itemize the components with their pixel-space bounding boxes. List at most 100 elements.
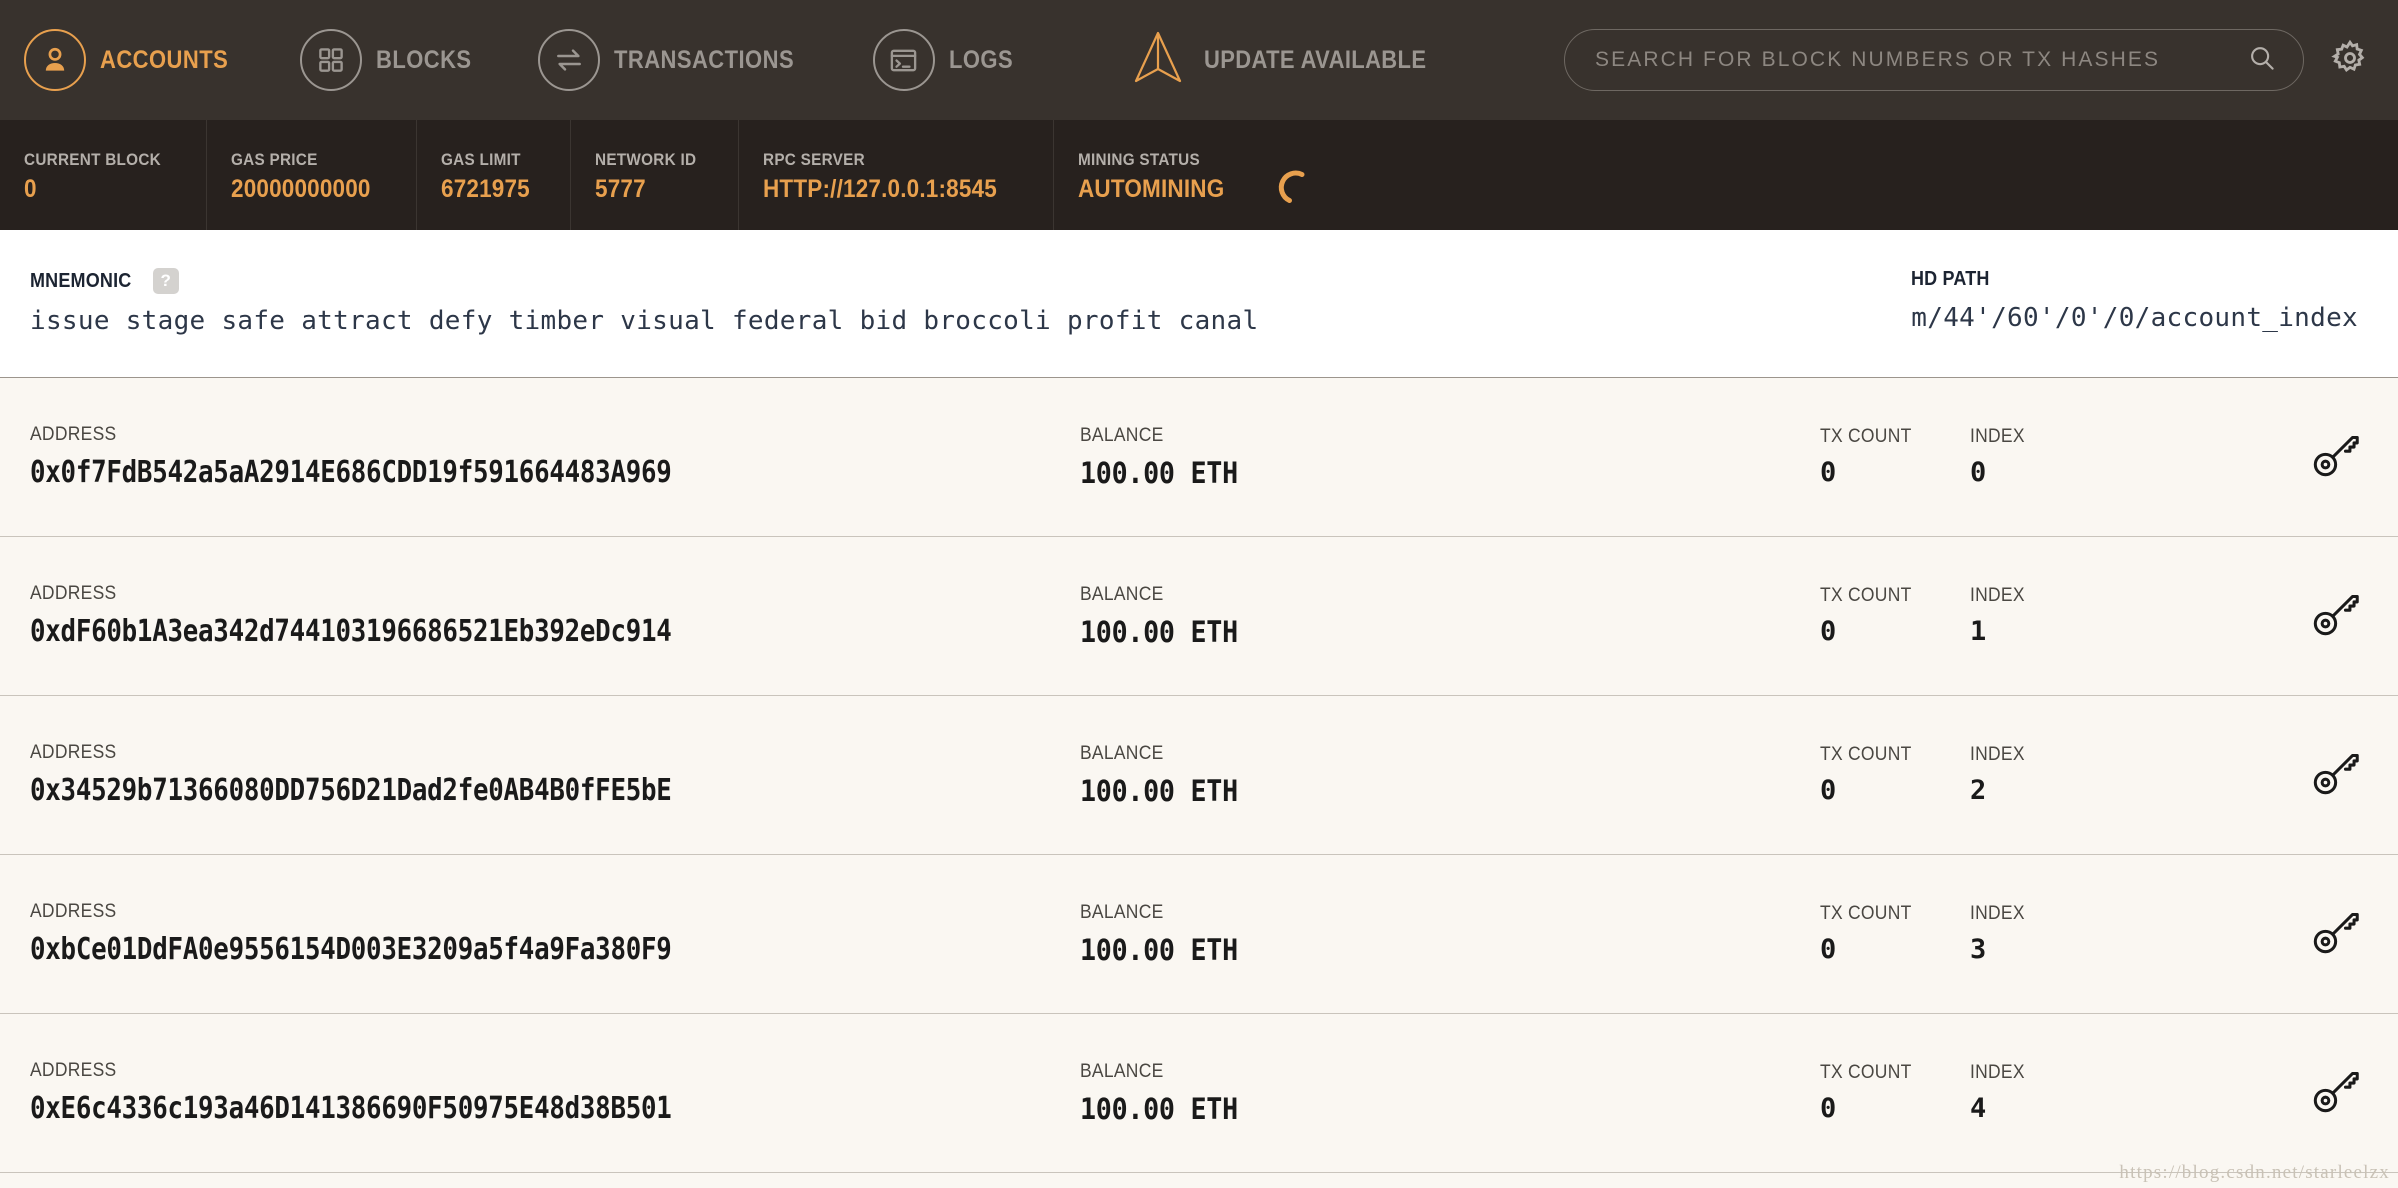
show-private-key-button[interactable] — [2308, 428, 2362, 487]
column-label-address: ADDRESS — [30, 901, 117, 922]
account-index-cell: INDEX 3 — [1970, 903, 2110, 965]
column-label-balance: BALANCE — [1080, 742, 1164, 764]
status-value-current-block: 0 — [24, 175, 37, 203]
column-label-tx-count: TX COUNT — [1820, 903, 1912, 924]
update-available-button[interactable]: UPDATE AVAILABLE — [1128, 27, 1457, 94]
nav-item-transactions[interactable]: TRANSACTIONS — [538, 29, 819, 91]
status-label-gas-price: GAS PRICE — [231, 150, 318, 169]
mnemonic-header: MNEMONIC ? — [30, 268, 1258, 294]
gear-icon[interactable] — [2330, 38, 2370, 83]
status-label-network-id: NETWORK ID — [595, 150, 697, 169]
mnemonic-block: MNEMONIC ? issue stage safe attract defy… — [30, 268, 1258, 336]
blocks-icon — [299, 29, 362, 91]
account-index-value: 3 — [1970, 934, 1986, 965]
account-index-value: 1 — [1970, 616, 1986, 647]
status-cell-rpc-server: RPC SERVER HTTP://127.0.0.1:8545 — [739, 120, 1054, 230]
status-label-mining-status: MINING STATUS — [1077, 150, 1200, 169]
account-balance-value: 100.00 ETH — [1080, 1091, 1238, 1126]
account-address-value: 0x34529b71366080DD756D21Dad2fe0AB4B0fFE5… — [30, 773, 672, 808]
column-label-balance: BALANCE — [1080, 1060, 1164, 1082]
account-balance-cell: BALANCE 100.00 ETH — [1080, 425, 1820, 490]
column-label-balance: BALANCE — [1080, 424, 1164, 446]
transactions-icon — [538, 29, 601, 91]
nav-label-logs: LOGS — [948, 45, 1013, 74]
account-balance-cell: BALANCE 100.00 ETH — [1080, 1061, 1820, 1126]
account-address-value: 0xdF60b1A3ea342d744103196686521Eb392eDc9… — [30, 614, 672, 649]
column-label-address: ADDRESS — [30, 583, 117, 604]
account-index-value: 4 — [1970, 1093, 1986, 1124]
nav-item-accounts[interactable]: ACCOUNTS — [24, 29, 246, 91]
account-row: ADDRESS 0xE6c4336c193a46D141386690F50975… — [0, 1014, 2398, 1173]
nav-item-logs[interactable]: LOGS — [872, 29, 1022, 91]
account-txcount-cell: TX COUNT 0 — [1820, 426, 1970, 488]
column-label-tx-count: TX COUNT — [1820, 744, 1912, 765]
account-balance-cell: BALANCE 100.00 ETH — [1080, 584, 1820, 649]
show-private-key-button[interactable] — [2308, 1064, 2362, 1123]
account-row: ADDRESS 0x34529b71366080DD756D21Dad2fe0A… — [0, 696, 2398, 855]
account-txcount-value: 0 — [1820, 457, 1836, 488]
account-address-value: 0xbCe01DdFA0e9556154D003E3209a5f4a9Fa380… — [30, 932, 672, 967]
top-navigation-bar: ACCOUNTS BLOCKS TRANSACTIONS LOGS UPDATE… — [0, 0, 2398, 120]
show-private-key-button[interactable] — [2308, 587, 2362, 646]
account-row: ADDRESS 0xdF60b1A3ea342d744103196686521E… — [0, 537, 2398, 696]
account-txcount-cell: TX COUNT 0 — [1820, 903, 1970, 965]
search-input[interactable] — [1595, 48, 2247, 72]
loading-spinner-icon — [1270, 164, 1316, 210]
search-icon[interactable] — [2247, 43, 2277, 78]
status-value-rpc-server: HTTP://127.0.0.1:8545 — [762, 175, 997, 203]
account-address-cell: ADDRESS 0xbCe01DdFA0e9556154D003E3209a5f… — [30, 901, 1080, 967]
account-balance-cell: BALANCE 100.00 ETH — [1080, 743, 1820, 808]
account-index-value: 0 — [1970, 457, 1986, 488]
nav-label-accounts: ACCOUNTS — [100, 45, 229, 74]
account-txcount-value: 0 — [1820, 1093, 1836, 1124]
status-cell-gas-price: GAS PRICE 20000000000 — [207, 120, 418, 230]
account-index-cell: INDEX 0 — [1970, 426, 2110, 488]
mnemonic-value: issue stage safe attract defy timber vis… — [30, 306, 1259, 336]
account-txcount-value: 0 — [1820, 775, 1836, 806]
watermark: https://blog.csdn.net/starleelzx — [2119, 1162, 2390, 1183]
status-bar: CURRENT BLOCK 0 GAS PRICE 20000000000 GA… — [0, 120, 2398, 230]
column-label-balance: BALANCE — [1080, 901, 1164, 923]
account-address-cell: ADDRESS 0x0f7FdB542a5aA2914E686CDD19f591… — [30, 424, 1080, 490]
show-private-key-button[interactable] — [2308, 905, 2362, 964]
account-balance-value: 100.00 ETH — [1080, 455, 1238, 490]
ganache-app-window: ACCOUNTS BLOCKS TRANSACTIONS LOGS UPDATE… — [0, 0, 2398, 1188]
status-label-gas-limit: GAS LIMIT — [441, 150, 522, 169]
account-txcount-value: 0 — [1820, 934, 1836, 965]
column-label-address: ADDRESS — [30, 424, 117, 445]
nav-item-blocks[interactable]: BLOCKS — [299, 29, 485, 91]
hdpath-value: m/44'/60'/0'/0/account_index — [1911, 303, 2358, 333]
search-box[interactable] — [1564, 29, 2304, 91]
account-txcount-cell: TX COUNT 0 — [1820, 744, 1970, 806]
logs-icon — [872, 29, 935, 91]
account-address-cell: ADDRESS 0xE6c4336c193a46D141386690F50975… — [30, 1060, 1080, 1126]
account-index-cell: INDEX 1 — [1970, 585, 2110, 647]
user-icon — [24, 29, 86, 91]
column-label-index: INDEX — [1970, 585, 2025, 606]
status-cell-current-block: CURRENT BLOCK 0 — [0, 120, 208, 230]
key-icon — [2308, 428, 2362, 487]
column-label-index: INDEX — [1970, 426, 2025, 447]
account-balance-value: 100.00 ETH — [1080, 932, 1238, 967]
hdpath-header: HD PATH — [1911, 268, 2358, 291]
column-label-index: INDEX — [1970, 903, 2025, 924]
status-bar-filler — [1372, 120, 2398, 230]
account-address-cell: ADDRESS 0xdF60b1A3ea342d744103196686521E… — [30, 583, 1080, 649]
status-label-current-block: CURRENT BLOCK — [24, 150, 161, 169]
key-icon — [2308, 587, 2362, 646]
key-icon — [2308, 1064, 2362, 1123]
show-private-key-button[interactable] — [2308, 746, 2362, 805]
ganache-logo-icon — [1128, 27, 1188, 94]
column-label-tx-count: TX COUNT — [1820, 585, 1912, 606]
hdpath-block: HD PATH m/44'/60'/0'/0/account_index — [1911, 268, 2370, 333]
account-index-cell: INDEX 2 — [1970, 744, 2110, 806]
account-txcount-cell: TX COUNT 0 — [1820, 585, 1970, 647]
column-label-address: ADDRESS — [30, 742, 117, 763]
account-balance-value: 100.00 ETH — [1080, 773, 1238, 808]
key-icon — [2308, 905, 2362, 964]
column-label-address: ADDRESS — [30, 1060, 117, 1081]
help-icon[interactable]: ? — [152, 268, 179, 294]
account-index-value: 2 — [1970, 775, 1986, 806]
status-value-gas-limit: 6721975 — [441, 175, 531, 203]
mnemonic-panel: MNEMONIC ? issue stage safe attract defy… — [0, 230, 2398, 378]
